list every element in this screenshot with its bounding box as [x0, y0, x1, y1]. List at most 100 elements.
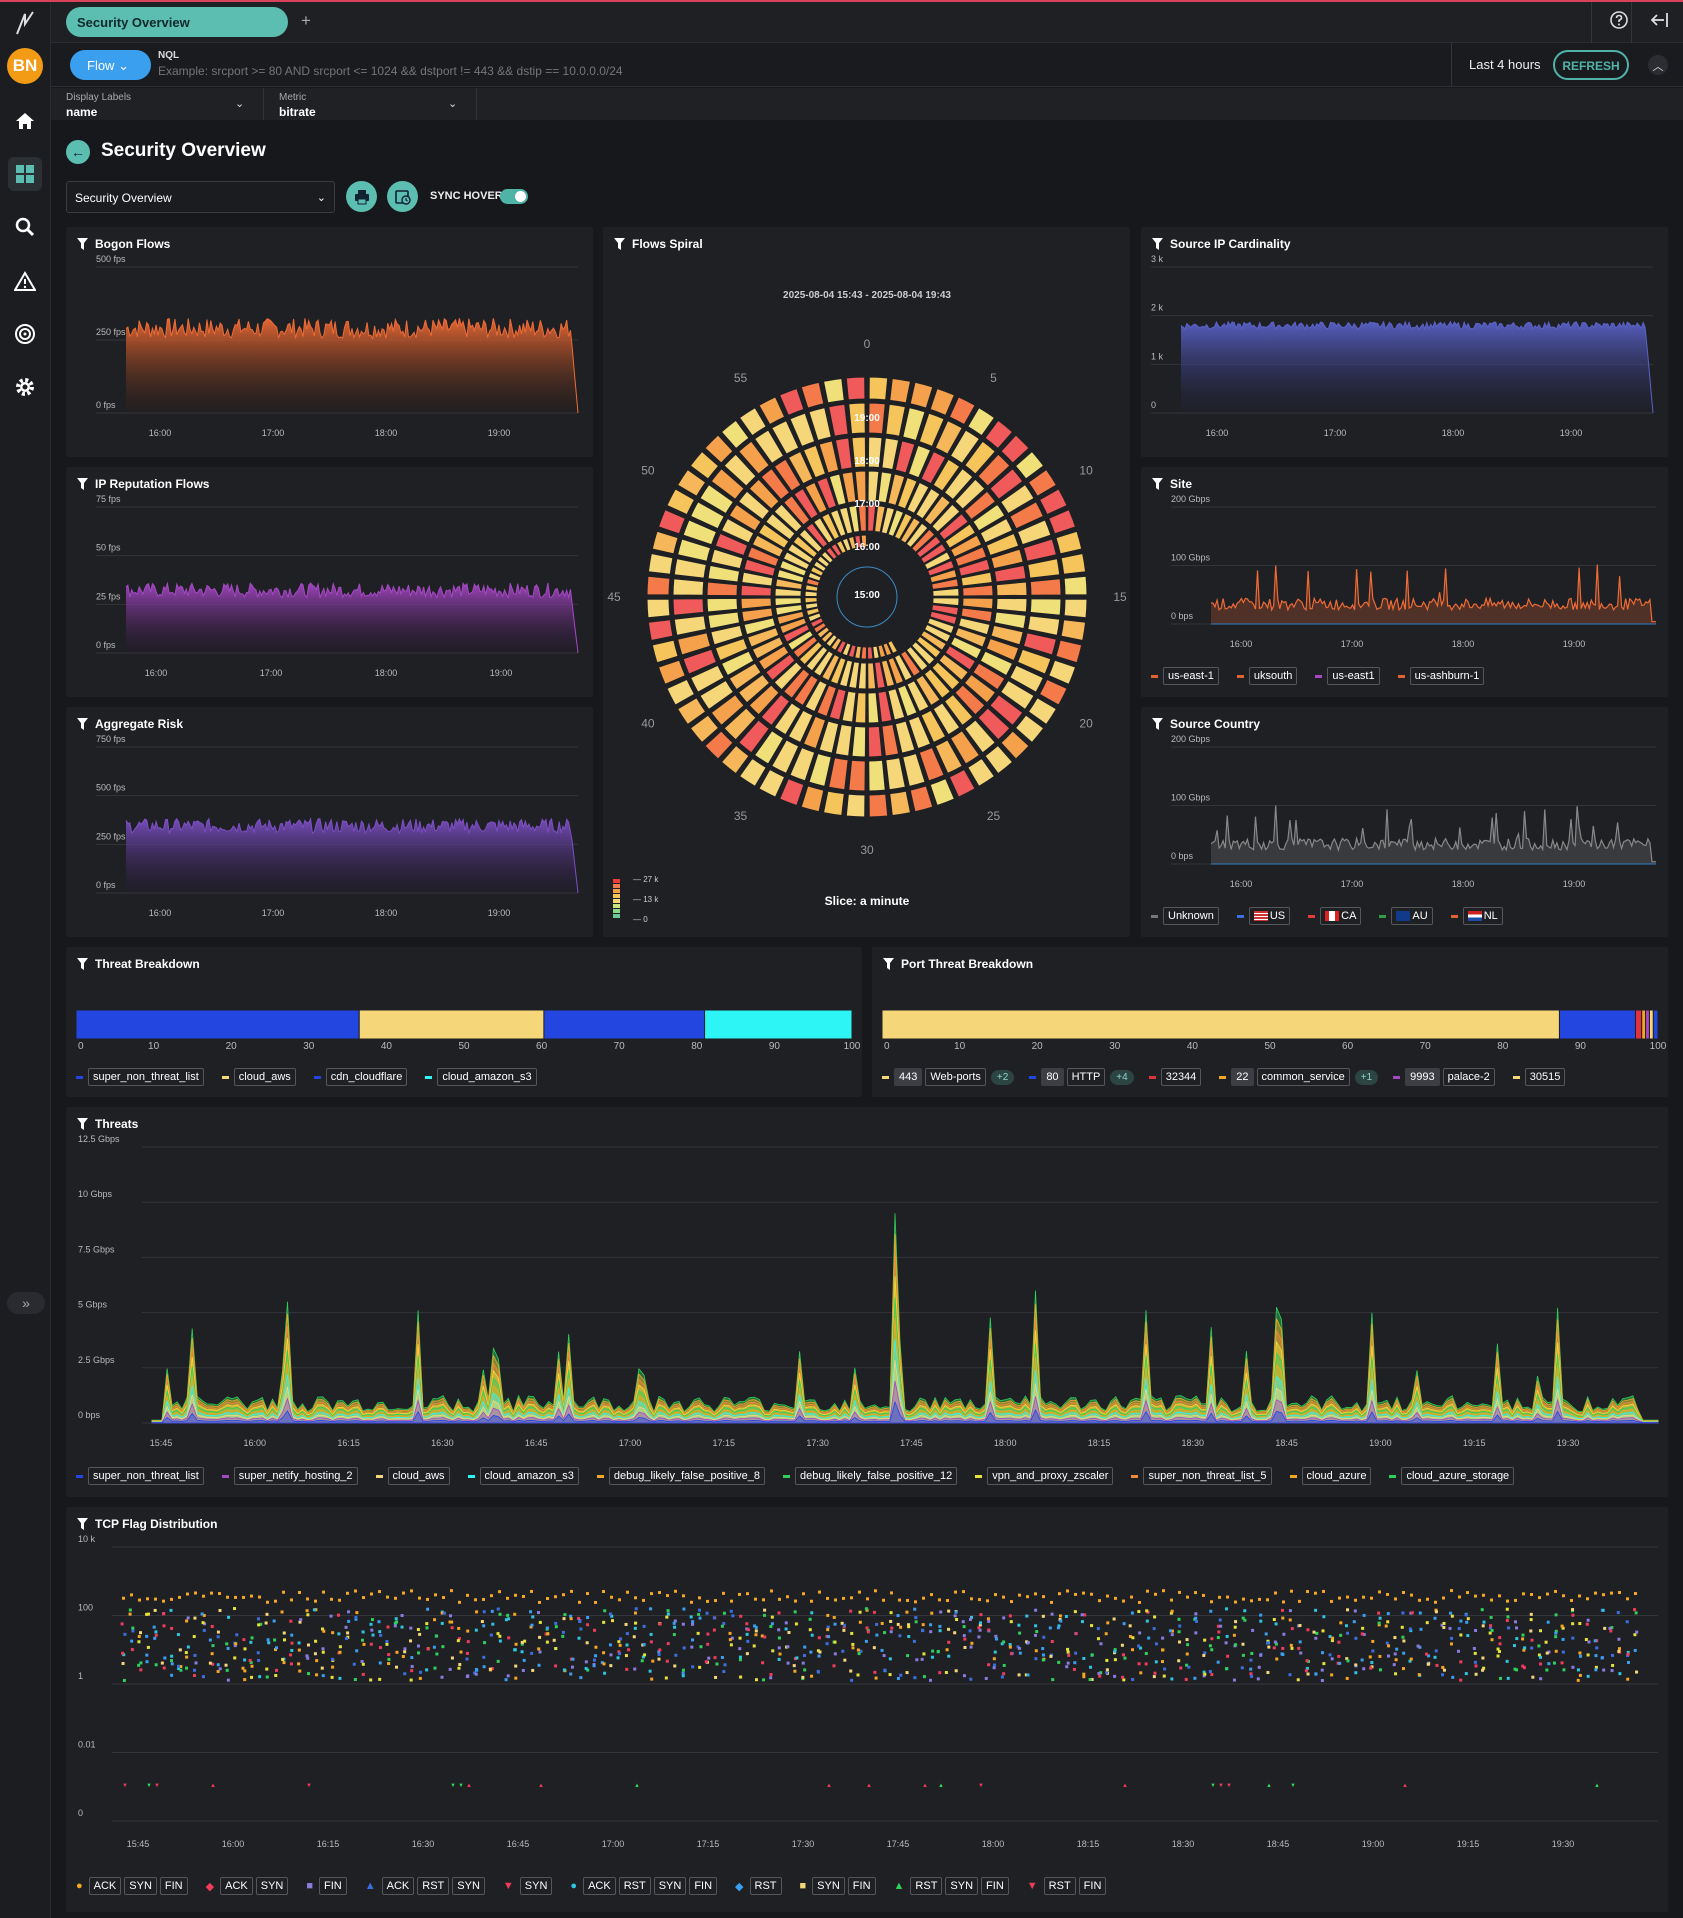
- nql-input[interactable]: [158, 64, 1158, 78]
- metric-select[interactable]: Metric bitrate ⌄: [264, 88, 477, 120]
- legend-item[interactable]: us-east1: [1315, 667, 1382, 685]
- source-ip-cardinality-chart[interactable]: 3 k2 k1 k016:00 17:00 18:00 19:00: [1141, 227, 1668, 457]
- legend-item[interactable]: Unknown: [1151, 907, 1222, 925]
- legend-item[interactable]: 22 common_service +1: [1219, 1068, 1379, 1086]
- schedule-report-button[interactable]: [387, 181, 418, 212]
- legend-item[interactable]: cdn_cloudflare: [313, 1068, 411, 1086]
- legend-item[interactable]: AU: [1379, 907, 1435, 925]
- expand-nav-button[interactable]: »: [7, 1292, 45, 1314]
- tcp-point: [1057, 1660, 1061, 1664]
- y-tick-label: 0 fps: [96, 640, 116, 650]
- tcp-point: [1561, 1637, 1565, 1641]
- tcp-point: [1026, 1595, 1029, 1599]
- legend-item[interactable]: ◆ RST: [735, 1877, 784, 1895]
- home-icon[interactable]: [8, 104, 42, 138]
- tab-security-overview[interactable]: Security Overview: [66, 7, 288, 37]
- legend-item[interactable]: us-ashburn-1: [1397, 667, 1488, 685]
- legend-more[interactable]: +4: [1110, 1069, 1134, 1085]
- flows-spiral-chart[interactable]: 2025-08-04 15:43 - 2025-08-04 19:4305101…: [603, 227, 1130, 937]
- time-range-selector[interactable]: Last 4 hours: [1469, 57, 1541, 72]
- legend-item[interactable]: cloud_aws: [375, 1467, 453, 1485]
- legend-item[interactable]: ● ACK RST SYN FIN: [570, 1877, 720, 1895]
- dashboard-icon[interactable]: [8, 157, 42, 191]
- legend-more[interactable]: +1: [1354, 1069, 1379, 1085]
- legend-item[interactable]: ▲ RST SYN FIN: [894, 1877, 1012, 1895]
- legend-item[interactable]: 9993 palace-2: [1393, 1068, 1498, 1086]
- add-tab-button[interactable]: +: [301, 11, 311, 31]
- avatar[interactable]: BN: [7, 48, 43, 84]
- legend-item[interactable]: CA: [1308, 907, 1364, 925]
- search-icon[interactable]: [8, 210, 42, 244]
- legend-item[interactable]: debug_likely_false_positive_12: [783, 1467, 960, 1485]
- legend-item[interactable]: super_non_threat_list: [76, 1467, 207, 1485]
- tcp-point: [1331, 1636, 1335, 1640]
- legend-item[interactable]: super_non_threat_list: [76, 1068, 207, 1086]
- tcp-point: [1489, 1615, 1493, 1619]
- legend-item[interactable]: 80 HTTP +4: [1029, 1068, 1134, 1086]
- port-threat-breakdown-bar[interactable]: 0 10 20 30 40 50 60 70 80 90 100: [872, 947, 1668, 1052]
- query-mode-dropdown[interactable]: Flow ⌄: [70, 50, 151, 80]
- chevron-up-icon[interactable]: ︿: [1648, 55, 1668, 75]
- site-chart[interactable]: 200 Gbps100 Gbps0 bps16:00 17:00 18:00 19:0…: [1141, 467, 1668, 667]
- tcp-point: [154, 1633, 158, 1637]
- collapse-panel-icon[interactable]: [1649, 10, 1669, 33]
- bogon-flows-chart[interactable]: 500 fps250 fps0 fps16:00 17:00 18:00 19:00: [66, 227, 593, 457]
- legend-item[interactable]: ■ SYN FIN: [800, 1877, 879, 1895]
- tcp-point: [1481, 1668, 1485, 1672]
- legend-item[interactable]: ▼ SYN: [503, 1877, 556, 1895]
- legend-item[interactable]: US: [1236, 907, 1293, 925]
- legend-item[interactable]: ▼ RST FIN: [1027, 1877, 1110, 1895]
- source-country-chart[interactable]: 200 Gbps100 Gbps0 bps16:00 17:00 18:00 19:0…: [1141, 707, 1668, 907]
- legend-item[interactable]: ● ACK SYN FIN: [76, 1877, 191, 1895]
- legend-item[interactable]: cloud_azure: [1289, 1467, 1375, 1485]
- legend-item[interactable]: vpn_and_proxy_zscaler: [975, 1467, 1116, 1485]
- x-tick-label: 16:00: [1230, 879, 1253, 889]
- tcp-point: [1050, 1600, 1053, 1604]
- tcp-point: [858, 1610, 862, 1614]
- alert-icon[interactable]: [8, 264, 42, 298]
- logo-icon[interactable]: [8, 6, 42, 40]
- legend-item[interactable]: cloud_amazon_s3: [467, 1467, 582, 1485]
- back-button[interactable]: ←: [66, 140, 90, 164]
- legend-item[interactable]: debug_likely_false_positive_8: [596, 1467, 768, 1485]
- legend-flag: SYN: [124, 1877, 157, 1895]
- legend-item[interactable]: NL: [1450, 907, 1506, 925]
- legend-item[interactable]: cloud_azure_storage: [1389, 1467, 1517, 1485]
- tcp-point: [1177, 1630, 1181, 1634]
- tcp-point: [850, 1631, 854, 1635]
- legend-item[interactable]: us-east-1: [1151, 667, 1222, 685]
- tcp-point: [825, 1642, 829, 1646]
- legend-item[interactable]: ◆ ACK SYN: [206, 1877, 292, 1895]
- legend-item[interactable]: ■ FIN: [306, 1877, 349, 1895]
- legend-item[interactable]: super_non_threat_list_5: [1131, 1467, 1274, 1485]
- aggregate-risk-chart[interactable]: 750 fps500 fps250 fps0 fps16:00 17:00 18:0…: [66, 707, 593, 937]
- help-icon[interactable]: [1609, 10, 1629, 33]
- print-button[interactable]: [346, 181, 377, 212]
- radar-icon[interactable]: [8, 317, 42, 351]
- tcp-point: [273, 1638, 277, 1642]
- legend-item[interactable]: cloud_amazon_s3: [425, 1068, 539, 1086]
- sync-hover-toggle[interactable]: [500, 189, 528, 204]
- legend-item[interactable]: super_netify_hosting_2: [221, 1467, 361, 1485]
- legend-item[interactable]: 30515: [1512, 1068, 1569, 1086]
- gear-icon[interactable]: [8, 370, 42, 404]
- refresh-button[interactable]: REFRESH: [1553, 50, 1629, 80]
- tcp-point: [475, 1610, 479, 1614]
- tcp-point: [387, 1662, 391, 1666]
- legend-item[interactable]: 32344: [1148, 1068, 1205, 1086]
- threats-chart[interactable]: 12.5 Gbps10 Gbps7.5 Gbps5 Gbps2.5 Gbps0 …: [66, 1107, 1668, 1457]
- legend-item[interactable]: uksouth: [1236, 667, 1301, 685]
- legend-item[interactable]: ▲ ACK RST SYN: [365, 1877, 488, 1895]
- dashboard-select[interactable]: Security Overview ⌄: [66, 181, 335, 213]
- ip-reputation-chart[interactable]: 75 fps50 fps25 fps0 fps16:00 17:00 18:00 19…: [66, 467, 593, 697]
- x-tick-label: 17:00: [619, 1438, 642, 1448]
- threat-breakdown-bar[interactable]: 0 10 20 30 40 50 60 70 80 90 100: [66, 947, 862, 1052]
- tcp-flag-chart[interactable]: 10 k10010.01015:45 16:00 16:15 16:30 16:45 17…: [66, 1507, 1668, 1872]
- tcp-point: [930, 1593, 933, 1597]
- y-tick-label: 25 fps: [96, 591, 121, 601]
- tcp-point: [482, 1610, 486, 1614]
- display-labels-select[interactable]: Display Labels name ⌄: [51, 88, 264, 120]
- legend-more[interactable]: +2: [990, 1069, 1015, 1085]
- legend-item[interactable]: 443 Web-ports +2: [882, 1068, 1015, 1086]
- legend-item[interactable]: cloud_aws: [221, 1068, 299, 1086]
